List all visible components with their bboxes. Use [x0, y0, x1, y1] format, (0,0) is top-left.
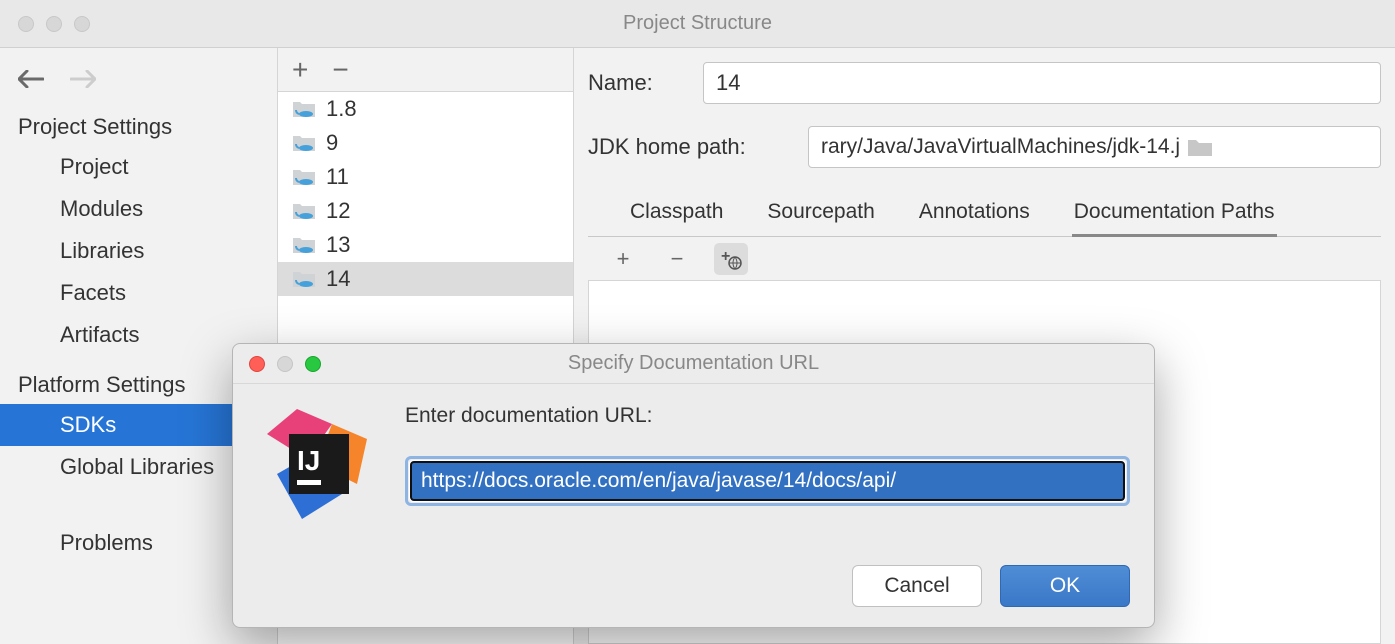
sdk-label: 9: [326, 130, 338, 156]
ok-button[interactable]: OK: [1000, 565, 1130, 607]
sdk-label: 12: [326, 198, 350, 224]
jdk-folder-icon: [292, 235, 316, 255]
specify-url-dialog: Specify Documentation URL IJ Enter docum…: [232, 343, 1155, 628]
jdk-folder-icon: [292, 99, 316, 119]
jdk-folder-icon: [292, 201, 316, 221]
cancel-button[interactable]: Cancel: [852, 565, 982, 607]
sdk-label: 14: [326, 266, 350, 292]
sdk-label: 1.8: [326, 96, 357, 122]
tab-documentation-paths[interactable]: Documentation Paths: [1072, 190, 1277, 237]
sdk-label: 13: [326, 232, 350, 258]
sdk-list-toolbar: + −: [278, 48, 573, 92]
path-label: JDK home path:: [588, 134, 808, 160]
sdk-item-11[interactable]: 11: [278, 160, 573, 194]
sidebar-item-modules[interactable]: Modules: [0, 188, 277, 230]
remove-path-icon[interactable]: −: [660, 243, 694, 275]
back-arrow-icon[interactable]: [18, 68, 46, 90]
doc-paths-toolbar: + − +: [588, 237, 1381, 281]
jdk-path-text: rary/Java/JavaVirtualMachines/jdk-14.j: [821, 135, 1180, 159]
url-label: Enter documentation URL:: [405, 404, 1130, 428]
remove-sdk-icon[interactable]: −: [332, 56, 348, 84]
add-url-icon[interactable]: +: [714, 243, 748, 275]
tab-sourcepath[interactable]: Sourcepath: [765, 190, 876, 236]
jdk-folder-icon: [292, 133, 316, 153]
detail-tabs: Classpath Sourcepath Annotations Documentat…: [588, 190, 1381, 237]
name-label: Name:: [588, 70, 703, 96]
dialog-title: Specify Documentation URL: [233, 352, 1154, 375]
sdk-item-1-8[interactable]: 1.8: [278, 92, 573, 126]
jdk-folder-icon: [292, 167, 316, 187]
jdk-path-field[interactable]: rary/Java/JavaVirtualMachines/jdk-14.j: [808, 126, 1381, 168]
tab-annotations[interactable]: Annotations: [917, 190, 1032, 236]
svg-text:IJ: IJ: [297, 445, 320, 476]
add-path-icon[interactable]: +: [606, 243, 640, 275]
sdk-item-13[interactable]: 13: [278, 228, 573, 262]
forward-arrow-icon[interactable]: [70, 68, 98, 90]
tab-classpath[interactable]: Classpath: [628, 190, 725, 236]
sdk-label: 11: [326, 164, 349, 190]
sdk-name-input[interactable]: [703, 62, 1381, 104]
sdk-item-9[interactable]: 9: [278, 126, 573, 160]
jdk-folder-icon: [292, 269, 316, 289]
browse-folder-icon[interactable]: [1186, 136, 1214, 158]
sdk-item-12[interactable]: 12: [278, 194, 573, 228]
sidebar-item-libraries[interactable]: Libraries: [0, 230, 277, 272]
section-project-settings: Project Settings: [0, 108, 277, 146]
sidebar-item-project[interactable]: Project: [0, 146, 277, 188]
sdk-item-14[interactable]: 14: [278, 262, 573, 296]
window-title: Project Structure: [0, 12, 1395, 35]
intellij-logo-icon: IJ: [257, 404, 377, 524]
add-sdk-icon[interactable]: +: [292, 56, 308, 84]
sidebar-item-facets[interactable]: Facets: [0, 272, 277, 314]
titlebar: Project Structure: [0, 0, 1395, 48]
documentation-url-input[interactable]: [410, 461, 1125, 501]
